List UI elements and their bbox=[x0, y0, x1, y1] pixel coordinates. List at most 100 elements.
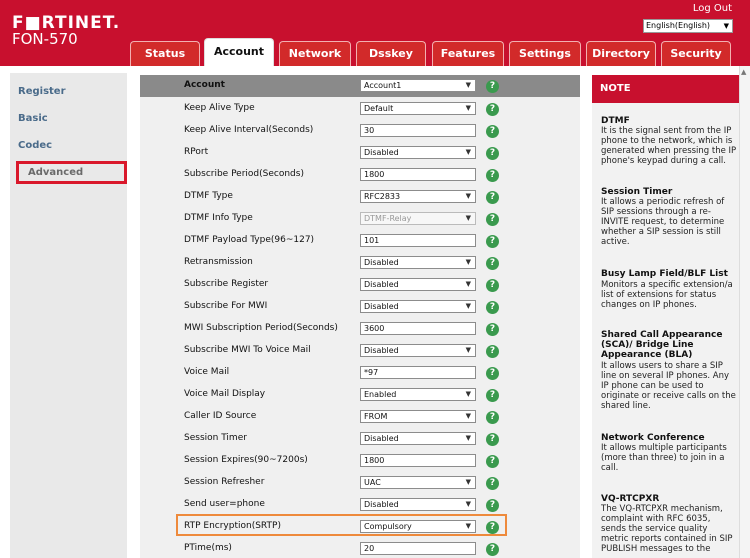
note-text-session-timer: It allows a periodic refresh of SIP sess… bbox=[601, 197, 725, 247]
label-subscribe-period-seconds: Subscribe Period(Seconds) bbox=[184, 169, 304, 179]
chevron-down-icon: ▼ bbox=[465, 104, 471, 112]
select-send-user-phone[interactable]: Disabled ▼ bbox=[360, 498, 476, 511]
help-icon[interactable]: ? bbox=[486, 191, 499, 204]
value-keep-alive-type: Default bbox=[364, 104, 394, 113]
label-dtmf-type: DTMF Type bbox=[184, 191, 233, 201]
value-dtmf-info-type: DTMF-Relay bbox=[364, 214, 412, 223]
help-icon[interactable]: ? bbox=[486, 477, 499, 490]
help-icon[interactable]: ? bbox=[486, 433, 499, 446]
help-icon[interactable]: ? bbox=[486, 543, 499, 556]
language-select[interactable]: English(English) ▼ bbox=[643, 19, 733, 33]
label-rport: RPort bbox=[184, 147, 209, 157]
account-label: Account bbox=[184, 80, 225, 90]
label-subscribe-for-mwi: Subscribe For MWI bbox=[184, 301, 268, 311]
tab-account[interactable]: Account bbox=[204, 38, 274, 66]
note-title-sca: Shared Call Appearance (SCA)/ Bridge Lin… bbox=[601, 330, 723, 360]
select-subscribe-mwi-to-voice-mail[interactable]: Disabled ▼ bbox=[360, 344, 476, 357]
value-subscribe-register: Disabled bbox=[364, 280, 399, 289]
select-dtmf-info-type[interactable]: DTMF-Relay ▼ bbox=[360, 212, 476, 225]
label-send-user-phone: Send user=phone bbox=[184, 499, 265, 509]
label-subscribe-mwi-to-voice-mail: Subscribe MWI To Voice Mail bbox=[184, 345, 311, 355]
input-voice-mail[interactable]: *97 bbox=[360, 366, 476, 379]
note-title-vq-rtcpxr: VQ-RTCPXR bbox=[601, 494, 660, 504]
value-dtmf-type: RFC2833 bbox=[364, 192, 401, 201]
tab-network[interactable]: Network bbox=[279, 41, 351, 66]
tab-features[interactable]: Features bbox=[432, 41, 504, 66]
help-icon[interactable]: ? bbox=[486, 80, 499, 93]
tab-settings[interactable]: Settings bbox=[509, 41, 581, 66]
select-retransmission[interactable]: Disabled ▼ bbox=[360, 256, 476, 269]
scroll-up-icon[interactable]: ▲ bbox=[741, 68, 746, 76]
help-icon[interactable]: ? bbox=[486, 235, 499, 248]
chevron-down-icon: ▼ bbox=[465, 478, 471, 486]
help-icon[interactable]: ? bbox=[486, 125, 499, 138]
select-keep-alive-type[interactable]: Default ▼ bbox=[360, 102, 476, 115]
help-icon[interactable]: ? bbox=[486, 279, 499, 292]
chevron-down-icon: ▼ bbox=[465, 412, 471, 420]
sidebar-item-codec[interactable]: Codec bbox=[18, 140, 52, 151]
help-icon[interactable]: ? bbox=[486, 301, 499, 314]
input-ptime-ms[interactable]: 20 bbox=[360, 542, 476, 555]
help-icon[interactable]: ? bbox=[486, 257, 499, 270]
chevron-down-icon: ▼ bbox=[465, 258, 471, 266]
help-icon[interactable]: ? bbox=[486, 169, 499, 182]
select-session-timer[interactable]: Disabled ▼ bbox=[360, 432, 476, 445]
chevron-down-icon: ▼ bbox=[723, 22, 729, 30]
label-session-expires-90-7200s: Session Expires(90~7200s) bbox=[184, 455, 308, 465]
select-subscribe-for-mwi[interactable]: Disabled ▼ bbox=[360, 300, 476, 313]
logout-link[interactable]: Log Out bbox=[693, 3, 732, 14]
select-subscribe-register[interactable]: Disabled ▼ bbox=[360, 278, 476, 291]
value-subscribe-mwi-to-voice-mail: Disabled bbox=[364, 346, 399, 355]
chevron-down-icon: ▼ bbox=[465, 214, 471, 222]
input-keep-alive-interval-seconds[interactable]: 30 bbox=[360, 124, 476, 137]
account-select[interactable]: Account1 ▼ bbox=[360, 79, 476, 92]
help-icon[interactable]: ? bbox=[486, 455, 499, 468]
select-rport[interactable]: Disabled ▼ bbox=[360, 146, 476, 159]
sidebar-item-register[interactable]: Register bbox=[18, 86, 66, 97]
scrollbar[interactable] bbox=[739, 66, 750, 558]
note-text-dtmf: It is the signal sent from the IP phone … bbox=[601, 126, 737, 166]
select-voice-mail-display[interactable]: Enabled ▼ bbox=[360, 388, 476, 401]
input-session-expires-90-7200s[interactable]: 1800 bbox=[360, 454, 476, 467]
help-icon[interactable]: ? bbox=[486, 367, 499, 380]
help-icon[interactable]: ? bbox=[486, 323, 499, 336]
sidebar-item-advanced[interactable]: Advanced bbox=[28, 167, 83, 178]
select-session-refresher[interactable]: UAC ▼ bbox=[360, 476, 476, 489]
input-subscribe-period-seconds[interactable]: 1800 bbox=[360, 168, 476, 181]
help-icon[interactable]: ? bbox=[486, 213, 499, 226]
tab-security[interactable]: Security bbox=[661, 41, 731, 66]
main-tabs: Status Account Network Dsskey Features S… bbox=[0, 38, 750, 66]
chevron-down-icon: ▼ bbox=[465, 81, 471, 89]
input-mwi-subscription-period-seconds[interactable]: 3600 bbox=[360, 322, 476, 335]
select-caller-id-source[interactable]: FROM ▼ bbox=[360, 410, 476, 423]
note-text-vq-rtcpxr: The VQ-RTCPXR mechanism, complaint with … bbox=[601, 504, 733, 554]
value-send-user-phone: Disabled bbox=[364, 500, 399, 509]
label-retransmission: Retransmission bbox=[184, 257, 253, 267]
label-dtmf-info-type: DTMF Info Type bbox=[184, 213, 253, 223]
note-title-network-conference: Network Conference bbox=[601, 433, 705, 443]
value-dtmf-payload-type-96-127: 101 bbox=[364, 236, 380, 245]
help-icon[interactable]: ? bbox=[486, 147, 499, 160]
srtp-highlight-box bbox=[176, 514, 507, 536]
value-voice-mail-display: Enabled bbox=[364, 390, 397, 399]
sidebar-item-basic[interactable]: Basic bbox=[18, 113, 48, 124]
help-icon[interactable]: ? bbox=[486, 411, 499, 424]
help-icon[interactable]: ? bbox=[486, 345, 499, 358]
label-mwi-subscription-period-seconds: MWI Subscription Period(Seconds) bbox=[184, 323, 338, 333]
help-icon[interactable]: ? bbox=[486, 499, 499, 512]
label-voice-mail: Voice Mail bbox=[184, 367, 230, 377]
input-dtmf-payload-type-96-127[interactable]: 101 bbox=[360, 234, 476, 247]
chevron-down-icon: ▼ bbox=[465, 302, 471, 310]
tab-directory[interactable]: Directory bbox=[586, 41, 656, 66]
label-caller-id-source: Caller ID Source bbox=[184, 411, 257, 421]
help-icon[interactable]: ? bbox=[486, 389, 499, 402]
chevron-down-icon: ▼ bbox=[465, 148, 471, 156]
chevron-down-icon: ▼ bbox=[465, 192, 471, 200]
value-caller-id-source: FROM bbox=[364, 412, 388, 421]
tab-dsskey[interactable]: Dsskey bbox=[356, 41, 426, 66]
help-icon[interactable]: ? bbox=[486, 103, 499, 116]
label-ptime-ms: PTime(ms) bbox=[184, 543, 232, 553]
select-dtmf-type[interactable]: RFC2833 ▼ bbox=[360, 190, 476, 203]
tab-status[interactable]: Status bbox=[130, 41, 200, 66]
chevron-down-icon: ▼ bbox=[465, 346, 471, 354]
